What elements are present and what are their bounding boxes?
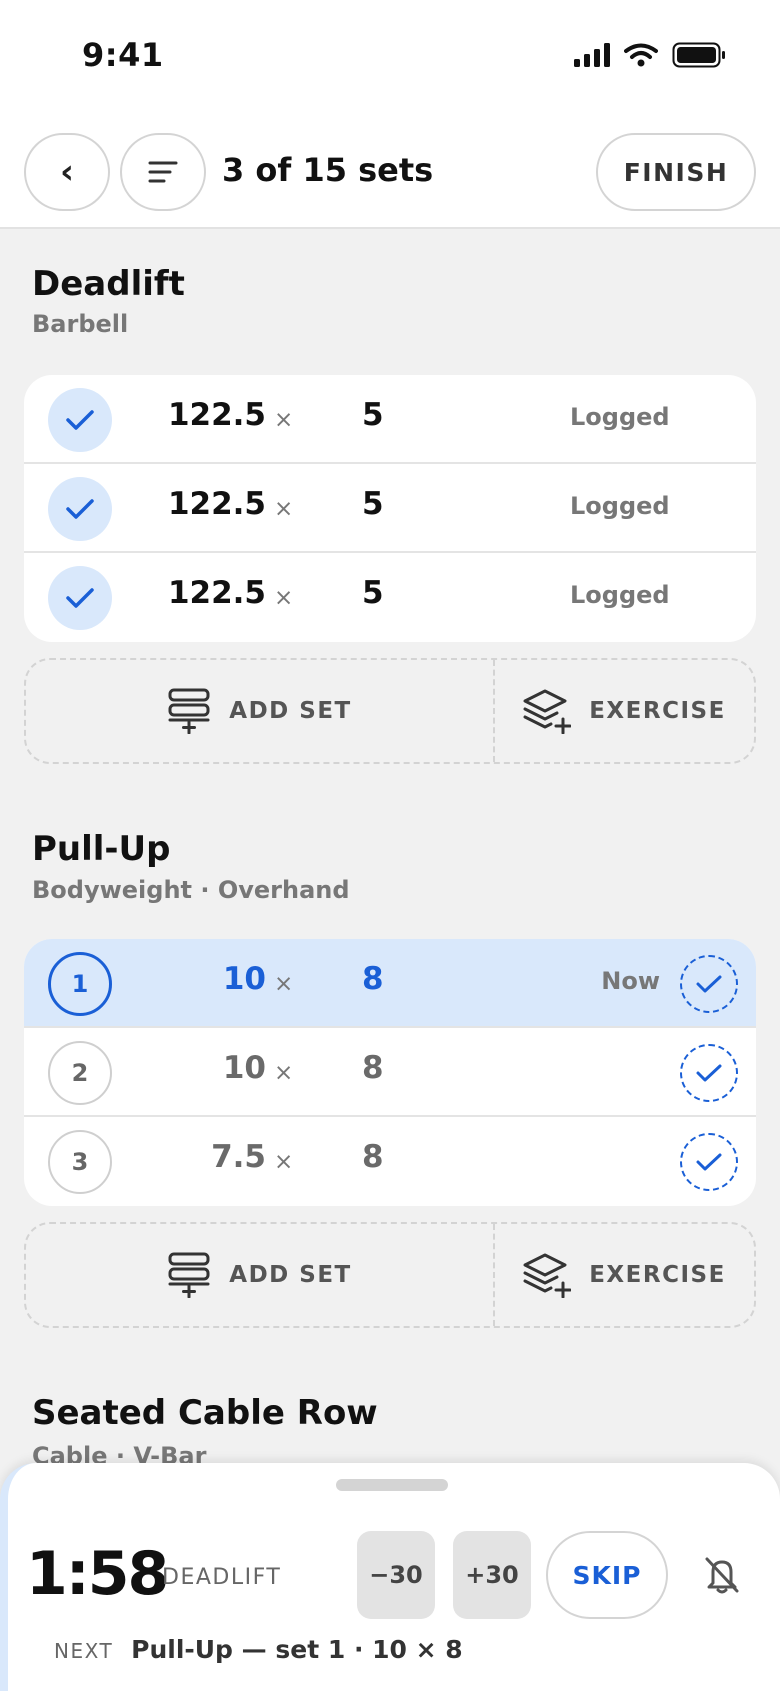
workout-header: ‹ 3 of 15 sets FINISH <box>0 115 780 229</box>
completed-check[interactable] <box>48 388 112 452</box>
set-number: 2 <box>48 1041 112 1105</box>
next-tag: NEXT <box>54 1639 114 1663</box>
list-menu-icon <box>148 161 178 183</box>
layers-plus-icon <box>523 689 572 734</box>
set-status: Logged <box>570 492 670 520</box>
add-set-button[interactable]: ADD SET <box>26 660 495 762</box>
set-row[interactable]: 3 7.5 × 8 <box>24 1117 756 1206</box>
exercise-equipment: Barbell <box>32 310 129 338</box>
exercise-actions: ADD SET EXERCISE <box>24 1222 756 1328</box>
times-sign: × <box>274 971 294 997</box>
exercise-title[interactable]: Seated Cable Row <box>32 1393 378 1433</box>
times-sign: × <box>274 407 294 433</box>
complete-set-button[interactable] <box>680 1133 738 1191</box>
skip-button[interactable]: SKIP <box>546 1531 668 1619</box>
rest-timer-value: 1:58 <box>26 1539 169 1609</box>
exercise-actions: ADD SET EXERCISE <box>24 658 756 764</box>
set-reps[interactable]: 8 <box>362 1139 384 1175</box>
next-set-preview: NEXT Pull-Up — set 1 · 10 × 8 <box>54 1635 463 1664</box>
sheet-grabber[interactable] <box>336 1479 448 1491</box>
set-weight[interactable]: 7.5 <box>211 1139 266 1175</box>
add-set-label: ADD SET <box>229 698 352 724</box>
rest-timer-sheet: 1:58 DEADLIFT −30 +30 SKIP NEXT Pull-Up … <box>0 1463 780 1691</box>
status-time: 9:41 <box>82 36 164 74</box>
subtract-30-button[interactable]: −30 <box>357 1531 435 1619</box>
sets-card: 1 10 × 8 Now 2 10 × 8 3 7.5 × 8 <box>24 939 756 1206</box>
set-weight[interactable]: 10 <box>223 1050 266 1086</box>
exercise-title[interactable]: Pull-Up <box>32 829 171 869</box>
checkmark-icon <box>66 588 94 608</box>
add-set-button[interactable]: ADD SET <box>26 1224 495 1326</box>
set-weight[interactable]: 122.5 <box>168 575 266 611</box>
set-status: Logged <box>570 581 670 609</box>
set-reps[interactable]: 5 <box>362 397 384 433</box>
battery-icon <box>672 42 725 68</box>
add-exercise-label: EXERCISE <box>589 1262 726 1288</box>
status-bar: 9:41 <box>0 0 780 115</box>
set-reps[interactable]: 5 <box>362 486 384 522</box>
checkmark-icon <box>696 975 722 993</box>
set-number: 1 <box>48 952 112 1016</box>
checkmark-icon <box>696 1064 722 1082</box>
bell-off-icon <box>705 1557 739 1594</box>
add-exercise-button[interactable]: EXERCISE <box>495 660 754 762</box>
sets-card: 122.5 × 5 Logged 122.5 × 5 Logged 122.5 … <box>24 375 756 642</box>
set-reps[interactable]: 8 <box>362 1050 384 1086</box>
exercise-equipment: Bodyweight · Overhand <box>32 876 350 904</box>
set-reps[interactable]: 5 <box>362 575 384 611</box>
set-progress: 3 of 15 sets <box>222 151 434 189</box>
add-set-icon <box>168 1252 210 1298</box>
add-exercise-label: EXERCISE <box>589 698 726 724</box>
layers-plus-icon <box>523 1253 572 1298</box>
set-row-current[interactable]: 1 10 × 8 Now <box>24 939 756 1028</box>
set-reps[interactable]: 8 <box>362 961 384 997</box>
set-weight[interactable]: 10 <box>223 961 266 997</box>
menu-button[interactable] <box>120 133 206 211</box>
wifi-icon <box>624 43 658 67</box>
times-sign: × <box>274 496 294 522</box>
set-status: Logged <box>570 403 670 431</box>
times-sign: × <box>274 1149 294 1175</box>
checkmark-icon <box>66 499 94 519</box>
status-icons <box>574 42 726 68</box>
times-sign: × <box>274 585 294 611</box>
set-row[interactable]: 122.5 × 5 Logged <box>24 553 756 642</box>
completed-check[interactable] <box>48 477 112 541</box>
back-button[interactable]: ‹ <box>24 133 110 211</box>
finish-button[interactable]: FINISH <box>596 133 756 211</box>
set-weight[interactable]: 122.5 <box>168 486 266 522</box>
set-number: 3 <box>48 1130 112 1194</box>
add-set-label: ADD SET <box>229 1262 352 1288</box>
next-set-text: Pull-Up — set 1 · 10 × 8 <box>131 1635 463 1664</box>
signal-icon <box>574 43 610 67</box>
mute-alert-button[interactable] <box>700 1553 744 1597</box>
checkmark-icon <box>696 1153 722 1171</box>
complete-set-button[interactable] <box>680 1044 738 1102</box>
add-set-icon <box>168 688 210 734</box>
set-row[interactable]: 122.5 × 5 Logged <box>24 375 756 464</box>
complete-set-button[interactable] <box>680 955 738 1013</box>
times-sign: × <box>274 1060 294 1086</box>
add-exercise-button[interactable]: EXERCISE <box>495 1224 754 1326</box>
exercise-title[interactable]: Deadlift <box>32 264 185 304</box>
rest-timer-exercise: DEADLIFT <box>162 1565 282 1590</box>
set-status: Now <box>601 967 660 995</box>
completed-check[interactable] <box>48 566 112 630</box>
checkmark-icon <box>66 410 94 430</box>
set-row[interactable]: 2 10 × 8 <box>24 1028 756 1117</box>
set-row[interactable]: 122.5 × 5 Logged <box>24 464 756 553</box>
add-30-button[interactable]: +30 <box>453 1531 531 1619</box>
set-weight[interactable]: 122.5 <box>168 397 266 433</box>
